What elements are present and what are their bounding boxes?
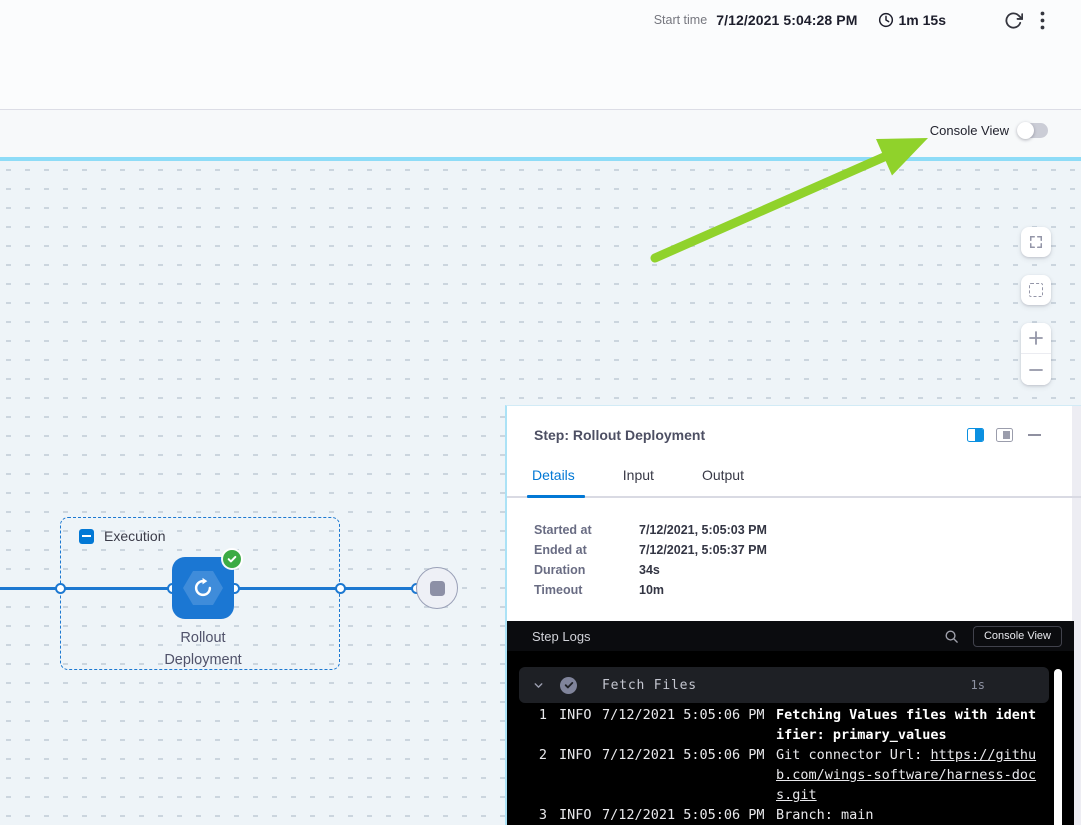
log-message: Fetching Values files with identifier: p… bbox=[776, 705, 1044, 745]
panel-header-icons bbox=[967, 428, 1041, 442]
log-timestamp: 7/12/2021 5:05:06 PM bbox=[602, 805, 766, 825]
minimize-panel-icon[interactable] bbox=[1028, 434, 1041, 437]
node-label-line2: Deployment bbox=[123, 649, 283, 671]
tab-output[interactable]: Output bbox=[702, 467, 744, 483]
zoom-group bbox=[1021, 323, 1051, 385]
detail-value: 10m bbox=[639, 583, 664, 597]
start-time-value: 7/12/2021 5:04:28 PM bbox=[716, 12, 857, 28]
step-logs-actions: Console View bbox=[944, 626, 1062, 647]
connector-port bbox=[55, 583, 66, 594]
check-circle-icon bbox=[560, 677, 577, 694]
canvas-controls bbox=[1021, 227, 1051, 385]
split-view-icon[interactable] bbox=[967, 428, 984, 442]
log-timestamp: 7/12/2021 5:05:06 PM bbox=[602, 705, 766, 725]
zoom-out-button[interactable] bbox=[1021, 354, 1051, 385]
toggle-knob bbox=[1017, 122, 1034, 139]
top-header: Start time 7/12/2021 5:04:28 PM 1m 15s bbox=[0, 0, 1081, 110]
rollout-deployment-node[interactable] bbox=[172, 557, 234, 619]
detail-label: Duration bbox=[534, 563, 639, 577]
detail-value: 7/12/2021, 5:05:37 PM bbox=[639, 543, 767, 557]
clock-icon bbox=[878, 12, 894, 28]
rollout-refresh-icon bbox=[192, 577, 214, 599]
execution-meta: Start time 7/12/2021 5:04:28 PM 1m 15s bbox=[654, 9, 1045, 31]
log-line-number: 1 bbox=[507, 705, 547, 725]
log-scrollbar-thumb[interactable] bbox=[1054, 669, 1062, 825]
detail-label: Ended at bbox=[534, 543, 639, 557]
refresh-icon bbox=[1004, 11, 1023, 30]
stop-icon bbox=[430, 581, 445, 596]
minus-icon bbox=[1028, 362, 1044, 378]
stage-toolbar: Console View bbox=[0, 110, 1081, 161]
log-line-number: 3 bbox=[507, 805, 547, 825]
step-details-panel: Step: Rollout Deployment Details Input O… bbox=[505, 405, 1081, 825]
detail-value: 7/12/2021, 5:05:03 PM bbox=[639, 523, 767, 537]
detail-row: Started at 7/12/2021, 5:05:03 PM bbox=[534, 520, 767, 540]
log-group-fetch-files[interactable]: Fetch Files 1s bbox=[519, 667, 1049, 703]
logs-console-view-button[interactable]: Console View bbox=[973, 626, 1062, 647]
plus-icon bbox=[1028, 330, 1044, 346]
start-time-label: Start time bbox=[654, 13, 708, 27]
fullscreen-button[interactable] bbox=[1021, 227, 1051, 257]
detail-value: 34s bbox=[639, 563, 660, 577]
detail-label: Started at bbox=[534, 523, 639, 537]
detail-row: Timeout 10m bbox=[534, 580, 767, 600]
fullscreen-icon bbox=[1029, 235, 1043, 249]
tabs-divider bbox=[507, 496, 1081, 498]
log-line: 2 INFO 7/12/2021 5:05:06 PM Git connecto… bbox=[507, 745, 1062, 805]
fit-to-screen-icon bbox=[1029, 283, 1043, 297]
log-console[interactable]: Fetch Files 1s 1 INFO 7/12/2021 5:05:06 … bbox=[507, 651, 1074, 825]
log-line: 1 INFO 7/12/2021 5:05:06 PM Fetching Val… bbox=[507, 705, 1062, 745]
elapsed-value: 1m 15s bbox=[899, 12, 946, 28]
collapse-group-icon[interactable] bbox=[79, 529, 94, 544]
console-view-toggle[interactable] bbox=[1018, 123, 1048, 138]
tab-details[interactable]: Details bbox=[532, 467, 575, 483]
log-group-name: Fetch Files bbox=[602, 678, 697, 693]
console-view-toggle-group: Console View bbox=[930, 123, 1048, 138]
kebab-menu-icon bbox=[1040, 11, 1045, 30]
refresh-button[interactable] bbox=[1004, 11, 1023, 30]
pipeline-end-node[interactable] bbox=[416, 567, 458, 609]
node-label: Rollout Deployment bbox=[123, 627, 283, 671]
console-view-label: Console View bbox=[930, 123, 1009, 138]
log-line: 3 INFO 7/12/2021 5:05:06 PM Branch: main bbox=[507, 805, 1062, 825]
execution-group-label: Execution bbox=[104, 528, 165, 544]
node-label-line1: Rollout bbox=[123, 627, 283, 649]
detail-label: Timeout bbox=[534, 583, 639, 597]
check-icon bbox=[227, 554, 237, 564]
fit-to-screen-button[interactable] bbox=[1021, 275, 1051, 305]
panel-title: Step: Rollout Deployment bbox=[534, 427, 705, 443]
connector-port bbox=[335, 583, 346, 594]
step-logs-title: Step Logs bbox=[532, 629, 591, 644]
chevron-down-icon bbox=[532, 679, 545, 692]
search-icon[interactable] bbox=[944, 629, 959, 644]
log-level: INFO bbox=[559, 805, 593, 825]
log-timestamp: 7/12/2021 5:05:06 PM bbox=[602, 745, 766, 765]
elapsed-duration: 1m 15s bbox=[878, 12, 946, 28]
tab-input[interactable]: Input bbox=[623, 467, 654, 483]
more-options-button[interactable] bbox=[1040, 11, 1045, 30]
dock-view-icon[interactable] bbox=[996, 428, 1013, 442]
success-badge bbox=[223, 550, 241, 568]
detail-row: Ended at 7/12/2021, 5:05:37 PM bbox=[534, 540, 767, 560]
log-level: INFO bbox=[559, 705, 593, 725]
log-message-text: Git connector Url: bbox=[776, 747, 930, 763]
panel-tabs: Details Input Output bbox=[532, 467, 744, 483]
log-group-duration: 1s bbox=[971, 678, 985, 692]
step-logs-header: Step Logs Console View bbox=[507, 621, 1074, 651]
log-message: Branch: main bbox=[776, 805, 1044, 825]
log-message: Git connector Url: https://github.com/wi… bbox=[776, 745, 1044, 805]
detail-row: Duration 34s bbox=[534, 560, 767, 580]
active-tab-indicator bbox=[527, 495, 585, 498]
step-details: Started at 7/12/2021, 5:05:03 PM Ended a… bbox=[534, 520, 767, 600]
log-lines: 1 INFO 7/12/2021 5:05:06 PM Fetching Val… bbox=[507, 705, 1062, 825]
log-line-number: 2 bbox=[507, 745, 547, 765]
log-level: INFO bbox=[559, 745, 593, 765]
pipeline-execution-screen: Start time 7/12/2021 5:04:28 PM 1m 15s bbox=[0, 0, 1081, 825]
zoom-in-button[interactable] bbox=[1021, 323, 1051, 354]
execution-group-header: Execution bbox=[79, 528, 165, 544]
